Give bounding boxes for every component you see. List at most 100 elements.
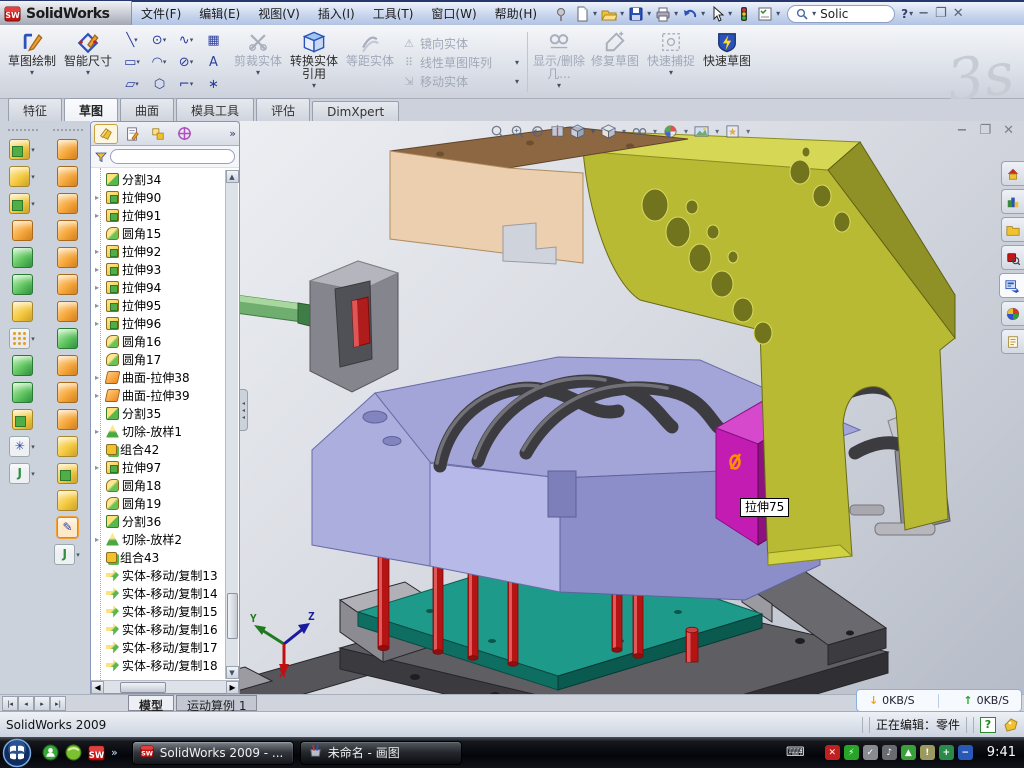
tree-horizontal-scrollbar[interactable]: ◂ ▸ xyxy=(91,680,239,693)
dropdown-arrow[interactable]: ▾ xyxy=(190,58,194,66)
delete-face-button[interactable] xyxy=(57,490,78,511)
expand-arrow-icon[interactable]: ▸ xyxy=(95,247,103,256)
arc-tool[interactable]: ◠▾ xyxy=(146,51,173,73)
dropdown-arrow[interactable]: ▾ xyxy=(622,127,626,136)
rebuild-traffic-light-icon[interactable] xyxy=(734,4,753,23)
dropdown-arrow[interactable]: ▾ xyxy=(163,36,167,44)
select-cursor-icon[interactable] xyxy=(707,4,726,23)
scroll-left-button[interactable]: ◂ xyxy=(91,681,104,694)
keyboard-layout-icon[interactable]: ⌨ xyxy=(786,745,805,760)
linear-pattern-button[interactable]: ▾ xyxy=(9,328,36,349)
convert-entities-button[interactable]: 转换实体引用▾ xyxy=(286,28,342,96)
dropdown-arrow[interactable]: ▾ xyxy=(728,9,732,18)
dropdown-arrow[interactable]: ▾ xyxy=(715,127,719,136)
open-document-icon[interactable] xyxy=(599,4,618,23)
display-style-button[interactable] xyxy=(601,124,616,139)
tree-item[interactable]: 分割34 xyxy=(95,170,239,188)
dropdown-arrow[interactable]: ▾ xyxy=(31,335,35,343)
undo-icon[interactable] xyxy=(680,4,699,23)
slot-tool[interactable]: ▱▾ xyxy=(119,73,146,95)
tree-item[interactable]: ▸拉伸95 xyxy=(95,296,239,314)
task-button[interactable]: 未命名 - 画图 xyxy=(300,741,462,765)
menu-item-6[interactable]: 帮助(H) xyxy=(486,3,546,24)
print-icon[interactable] xyxy=(653,4,672,23)
dropdown-arrow[interactable]: ▾ xyxy=(31,146,35,154)
expand-arrow-icon[interactable]: ▸ xyxy=(95,463,103,472)
dropdown-arrow[interactable]: ▾ xyxy=(776,9,780,18)
trim-surface-button[interactable] xyxy=(57,409,78,430)
dropdown-arrow[interactable]: ▾ xyxy=(684,127,688,136)
expand-arrow-icon[interactable]: ▸ xyxy=(95,301,103,310)
menu-item-2[interactable]: 视图(V) xyxy=(249,3,309,24)
network-speed-monitor[interactable]: ↓0KB/S ↑0KB/S xyxy=(856,689,1022,712)
point-tool[interactable]: ∗ xyxy=(200,73,227,95)
defender-shield-icon[interactable]: + xyxy=(939,745,954,760)
volume-icon[interactable]: ♪ xyxy=(882,745,897,760)
expand-arrow-icon[interactable]: ▸ xyxy=(95,319,103,328)
design-checker-icon[interactable] xyxy=(755,4,774,23)
scroll-right-button[interactable]: ▸ xyxy=(226,681,239,694)
fm-more-tabs-button[interactable]: » xyxy=(229,127,236,140)
dropdown-arrow[interactable]: ▾ xyxy=(163,58,167,66)
fm-tab-featuremanager-design-tree[interactable] xyxy=(94,124,118,144)
expand-arrow-icon[interactable]: ▸ xyxy=(95,391,103,400)
tree-item[interactable]: 分割36 xyxy=(95,512,239,530)
dropdown-arrow[interactable]: ▾ xyxy=(647,9,651,18)
expand-arrow-icon[interactable]: ▸ xyxy=(95,535,103,544)
restore-button[interactable]: ❐ xyxy=(935,6,947,21)
tab-曲面[interactable]: 曲面 xyxy=(120,98,174,121)
tree-item[interactable]: 组合42 xyxy=(95,440,239,458)
rectangle-tool[interactable]: ▭▾ xyxy=(119,51,146,73)
tree-item[interactable]: ▸曲面-拉伸39 xyxy=(95,386,239,404)
spline-tool[interactable]: ∿▾ xyxy=(173,29,200,51)
menu-item-4[interactable]: 工具(T) xyxy=(364,3,423,24)
draft-button[interactable] xyxy=(12,274,33,295)
dropdown-arrow[interactable]: ▾ xyxy=(591,127,595,136)
tab-特征[interactable]: 特征 xyxy=(8,98,62,121)
tree-item[interactable]: ▸拉伸90 xyxy=(95,188,239,206)
knit-surface-button[interactable] xyxy=(57,355,78,376)
edit-appearance-button[interactable] xyxy=(663,124,678,139)
scroll-up-button[interactable]: ▲ xyxy=(226,170,239,183)
dropdown-arrow[interactable]: ▾ xyxy=(190,80,194,88)
dropdown-arrow[interactable]: ▾ xyxy=(136,58,140,66)
tree-item[interactable]: 分割35 xyxy=(95,404,239,422)
tree-item[interactable]: 圆角18 xyxy=(95,476,239,494)
search-box[interactable]: ▾ Solic xyxy=(787,5,895,23)
expand-arrow-icon[interactable]: ▸ xyxy=(95,283,103,292)
fillet-button[interactable]: ▾ xyxy=(9,193,36,214)
filled-surface-button[interactable] xyxy=(57,247,78,268)
tab-评估[interactable]: 评估 xyxy=(256,98,310,121)
menu-item-5[interactable]: 窗口(W) xyxy=(422,3,485,24)
tab-模具工具[interactable]: 模具工具 xyxy=(176,98,254,121)
extruded-boss-button[interactable]: ▾ xyxy=(9,139,36,160)
taskbar-clock[interactable]: 9:41 xyxy=(987,745,1016,760)
tree-item[interactable]: ▸拉伸91 xyxy=(95,206,239,224)
fm-tab-dimxpertmanager[interactable] xyxy=(172,124,196,144)
combine-bodies-button[interactable] xyxy=(12,409,33,430)
dropdown-arrow[interactable]: ▾ xyxy=(701,9,705,18)
dropdown-arrow[interactable]: ▾ xyxy=(76,551,80,559)
tree-item[interactable]: ▸拉伸96 xyxy=(95,314,239,332)
panel-splitter-handle[interactable]: ◂◂◂ xyxy=(240,389,248,431)
quick-launch-chevron[interactable]: » xyxy=(111,746,118,759)
assembly-3d-model[interactable] xyxy=(240,121,1024,694)
doc-restore-button[interactable]: ❐ xyxy=(979,123,991,138)
dropdown-arrow[interactable]: ▾ xyxy=(31,200,35,208)
circle-tool[interactable]: ⊙▾ xyxy=(146,29,173,51)
tree-item[interactable]: ▸拉伸92 xyxy=(95,242,239,260)
tree-item[interactable]: 实体-移动/复制17 xyxy=(95,638,239,656)
expand-arrow-icon[interactable]: ▸ xyxy=(95,373,103,382)
task-pane-tab-file-explorer[interactable] xyxy=(1001,217,1024,242)
doc-close-button[interactable]: ✕ xyxy=(1003,123,1014,138)
tree-item[interactable]: ▸拉伸97 xyxy=(95,458,239,476)
help-dropdown-arrow[interactable]: ▾ xyxy=(909,9,913,18)
antivirus-shield-icon[interactable]: ✕ xyxy=(825,745,840,760)
extruded-cut-button[interactable]: ▾ xyxy=(9,166,36,187)
rapid-sketch-button[interactable]: 快速草图 xyxy=(699,28,755,96)
shell-button[interactable] xyxy=(12,247,33,268)
scroll-down-button[interactable]: ▼ xyxy=(226,666,239,679)
close-button[interactable]: ✕ xyxy=(953,6,964,21)
tag-icon[interactable] xyxy=(1002,717,1020,733)
text-tool[interactable]: A xyxy=(200,51,227,73)
